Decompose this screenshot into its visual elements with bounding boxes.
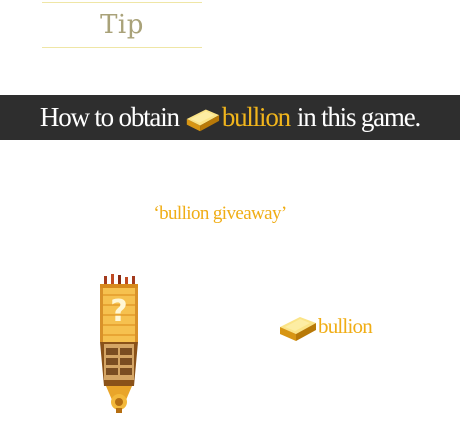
- giveaway-title: ‘bullion giveaway’: [153, 203, 287, 224]
- svg-text:?: ?: [110, 294, 127, 329]
- mystery-tower-icon: ?: [100, 274, 138, 413]
- title-banner: How to obtain bullion in this game.: [0, 95, 460, 140]
- tip-label: Tip: [100, 10, 144, 40]
- bullion-reward: bullion: [278, 308, 373, 344]
- bullion-label: bullion: [318, 313, 373, 338]
- tip-header: Tip: [42, 2, 202, 48]
- banner-highlight: bullion: [221, 102, 291, 132]
- banner-suffix: in this game.: [296, 102, 421, 132]
- banner-heading: How to obtain bullion in this game.: [39, 102, 421, 133]
- banner-prefix: How to obtain: [39, 102, 180, 132]
- gold-bar-icon: [280, 317, 316, 341]
- gold-bar-icon: [186, 108, 219, 131]
